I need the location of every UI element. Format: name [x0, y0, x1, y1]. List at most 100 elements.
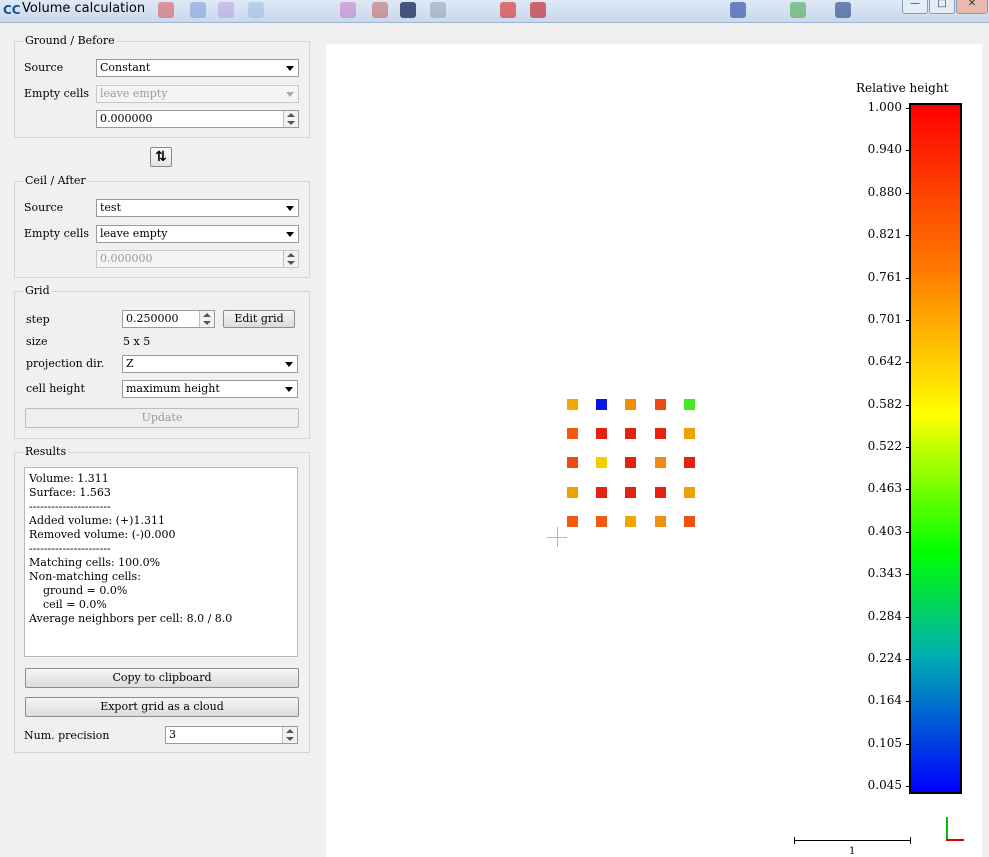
- ground-constant-spinbox[interactable]: 0.000000: [96, 110, 299, 128]
- cell-height-select[interactable]: maximum height: [122, 380, 298, 398]
- minimize-button[interactable]: —: [902, 0, 928, 14]
- result-line: Surface: 1.563: [29, 486, 111, 499]
- results-text[interactable]: Volume: 1.311 Surface: 1.563 -----------…: [24, 467, 298, 657]
- grid-cell: [683, 515, 695, 527]
- grid-cell: [596, 428, 608, 440]
- arrow-up-icon: [203, 313, 211, 317]
- colorbar-tick-mark: [906, 701, 911, 703]
- update-button[interactable]: Update: [25, 408, 299, 428]
- ceil-source-select[interactable]: test: [96, 199, 299, 217]
- grid-cell: [596, 399, 608, 410]
- result-line: Average neighbors per cell: 8.0 / 8.0: [29, 612, 233, 625]
- spin-buttons[interactable]: [282, 727, 297, 743]
- ground-source-select[interactable]: Constant: [96, 59, 299, 77]
- colorbar-tick-label: 0.701: [867, 311, 902, 326]
- axis-x-icon: [946, 839, 964, 841]
- grid-cell: [625, 515, 637, 527]
- title-bar: CC Volume calculation — □ ✕: [0, 0, 989, 23]
- ceil-panel: Ceil / After Source test Empty cells lea…: [14, 174, 310, 278]
- ceil-empty-value: leave empty: [100, 227, 168, 240]
- grid-cell: [654, 428, 666, 440]
- grid-cell: [596, 486, 608, 498]
- grid-panel-title: Grid: [23, 284, 52, 297]
- precision-spinbox[interactable]: 3: [165, 726, 298, 744]
- ground-source-value: Constant: [100, 61, 151, 74]
- colorbar-tick-mark: [906, 277, 911, 279]
- projection-dir-value: Z: [126, 357, 134, 370]
- grid-step-spinbox[interactable]: 0.250000: [122, 310, 215, 328]
- grid-step-label: step: [26, 313, 50, 326]
- grid-cell: [683, 428, 695, 440]
- grid-cell: [567, 399, 578, 410]
- grid-cell: [654, 486, 666, 498]
- ground-source-label: Source: [24, 61, 64, 74]
- arrow-down-icon: [287, 261, 295, 265]
- ground-empty-label: Empty cells: [24, 87, 89, 100]
- spin-buttons[interactable]: [283, 251, 298, 267]
- 3d-view[interactable]: Relative height 1.000 0.940 0.880 0.821 0.76…: [326, 44, 982, 857]
- arrow-up-icon: [287, 253, 295, 257]
- ceil-constant-spinbox[interactable]: 0.000000: [96, 250, 299, 268]
- color-scale-bar: [909, 103, 962, 794]
- pivot-cross-icon: [557, 527, 558, 547]
- cell-height-value: maximum height: [126, 382, 220, 395]
- ceil-panel-title: Ceil / After: [23, 174, 88, 187]
- grid-step-value: 0.250000: [126, 312, 179, 325]
- grid-panel: Grid step 0.250000 Edit grid size 5 x 5 …: [14, 284, 310, 439]
- spin-buttons[interactable]: [283, 111, 298, 127]
- grid-cell: [683, 399, 695, 410]
- chevron-down-icon: [286, 206, 294, 211]
- colorbar-tick-label: 1.000: [867, 100, 902, 114]
- colorbar-tick-mark: [906, 319, 911, 321]
- colorbar-tick-mark: [906, 404, 911, 406]
- toolbar-icon: [430, 2, 446, 18]
- colorbar-tick-label: 0.045: [867, 778, 902, 792]
- colorbar-tick-label: 0.463: [867, 481, 902, 496]
- result-line: ----------------------: [29, 542, 111, 555]
- toolbar-icon: [500, 2, 516, 18]
- grid-cell: [654, 515, 666, 527]
- colorbar-tick-mark: [906, 786, 911, 787]
- axis-y-icon: [946, 817, 948, 840]
- ceil-constant-value: 0.000000: [100, 252, 153, 265]
- toolbar-icon: [190, 2, 206, 18]
- chevron-down-icon: [285, 387, 293, 392]
- grid-cell: [625, 486, 637, 498]
- colorbar-tick-label: 0.105: [867, 735, 902, 750]
- colorbar-tick-label: 0.403: [867, 523, 902, 538]
- spin-buttons[interactable]: [199, 311, 214, 327]
- colorbar-tick-label: 0.821: [867, 227, 902, 242]
- export-grid-button[interactable]: Export grid as a cloud: [25, 697, 299, 717]
- result-line: ground = 0.0%: [29, 584, 128, 597]
- colorbar-tick-mark: [906, 108, 911, 109]
- colorbar-tick-mark: [906, 658, 911, 660]
- colorbar-tick-label: 0.284: [867, 608, 902, 623]
- scale-label: 1: [849, 846, 856, 857]
- projection-dir-select[interactable]: Z: [122, 355, 298, 373]
- toolbar-icon: [218, 2, 234, 18]
- result-line: ----------------------: [29, 500, 111, 513]
- ground-empty-select[interactable]: leave empty: [96, 85, 299, 103]
- ceil-empty-select[interactable]: leave empty: [96, 225, 299, 243]
- copy-to-clipboard-button[interactable]: Copy to clipboard: [25, 668, 299, 688]
- grid-cell: [683, 457, 695, 469]
- maximize-button[interactable]: □: [929, 0, 955, 14]
- ground-panel-title: Ground / Before: [23, 34, 117, 47]
- result-line: Matching cells: 100.0%: [29, 556, 161, 569]
- arrow-down-icon: [203, 321, 211, 325]
- grid-cell: [625, 399, 637, 410]
- grid-cell: [596, 457, 608, 469]
- grid-cell: [567, 486, 578, 498]
- swap-button[interactable]: ⇅: [150, 147, 172, 167]
- colorbar-tick-mark: [906, 362, 911, 364]
- chevron-down-icon: [286, 92, 294, 97]
- toolbar-icon: [158, 2, 174, 18]
- grid-cell: [683, 486, 695, 498]
- toolbar-icon: [530, 2, 546, 18]
- colorbar-tick-label: 0.164: [867, 693, 902, 708]
- arrow-up-icon: [286, 729, 294, 733]
- toolbar-icon: [835, 2, 851, 18]
- colorbar-tick-label: 0.761: [867, 269, 902, 284]
- close-button[interactable]: ✕: [956, 0, 988, 14]
- edit-grid-button[interactable]: Edit grid: [223, 310, 295, 328]
